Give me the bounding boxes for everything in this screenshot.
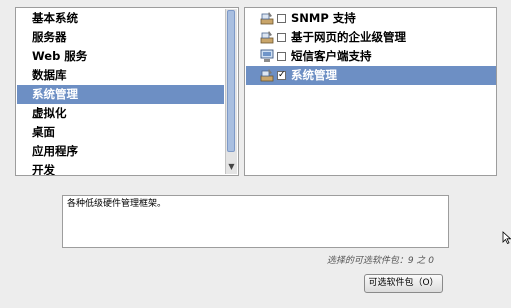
category-scrollbar[interactable]: ▼ [225,9,237,174]
package-label: 系统管理 [291,68,337,82]
category-item-databases[interactable]: 数据库 [17,66,224,85]
package-row-sms-client[interactable]: 短信客户端支持 [246,47,496,66]
category-item-base-system[interactable]: 基本系统 [17,9,224,28]
package-label: 短信客户端支持 [291,49,372,63]
package-list[interactable]: SNMP 支持 基于网页的企业级管理 短信客户端支持 ✓ 系统管理 [244,7,497,176]
category-item-virtualization[interactable]: 虚拟化 [17,104,224,123]
package-label: 基于网页的企业级管理 [291,30,406,44]
mouse-pointer-icon [502,231,511,244]
package-admin-icon [260,31,274,44]
package-checkbox[interactable] [277,33,286,42]
category-item-web-services[interactable]: Web 服务 [17,47,224,66]
optional-packages-button[interactable]: 可选软件包（O） [364,274,443,293]
package-admin-icon [260,69,274,82]
package-checkbox[interactable]: ✓ [277,71,286,80]
category-item-servers[interactable]: 服务器 [17,28,224,47]
package-checkbox[interactable] [277,52,286,61]
package-admin-icon [260,12,274,25]
category-list[interactable]: 基本系统 服务器 Web 服务 数据库 系统管理 虚拟化 桌面 应用程序 开发 … [15,7,239,176]
category-item-desktop[interactable]: 桌面 [17,123,224,142]
optional-package-count: 选择的可选软件包：9 之 0 [326,256,434,266]
package-description: 各种低级硬件管理框架。 [62,195,449,248]
package-row-system-management[interactable]: ✓ 系统管理 [246,66,496,85]
category-item-applications[interactable]: 应用程序 [17,142,224,161]
package-label: SNMP 支持 [291,11,356,25]
scrollbar-thumb[interactable] [227,10,235,152]
category-item-system-management[interactable]: 系统管理 [17,85,224,104]
package-row-snmp[interactable]: SNMP 支持 [246,9,496,28]
scroll-down-arrow-icon[interactable]: ▼ [226,161,237,173]
package-checkbox[interactable] [277,14,286,23]
package-row-web-enterprise-management[interactable]: 基于网页的企业级管理 [246,28,496,47]
computer-icon [260,49,274,62]
category-item-development[interactable]: 开发 [17,161,224,175]
